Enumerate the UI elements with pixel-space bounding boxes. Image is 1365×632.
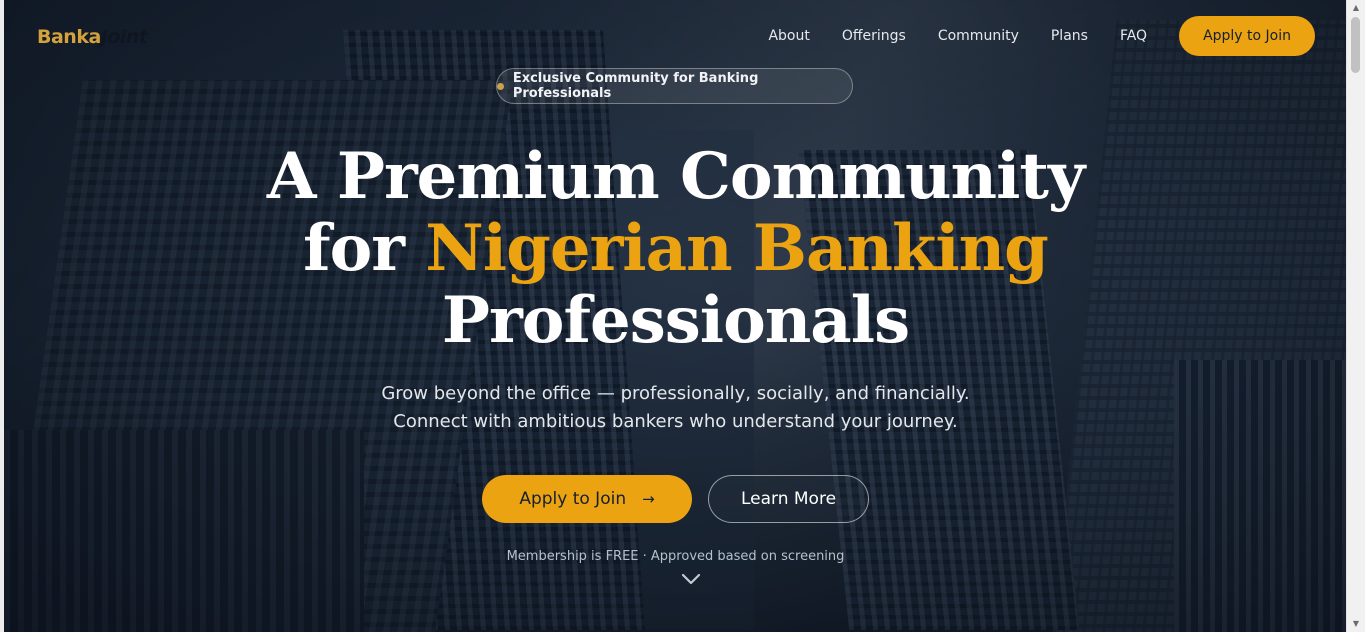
nav-apply-button[interactable]: Apply to Join [1179, 16, 1315, 56]
hero-headline: A Premium Community for Nigerian Banking… [4, 141, 1347, 357]
vertical-scrollbar[interactable]: ▲ ▼ [1346, 0, 1365, 632]
hero-subtitle: Grow beyond the office — professionally,… [4, 380, 1347, 436]
subtitle-line-1: Grow beyond the office — professionally,… [381, 383, 970, 404]
membership-note: Membership is FREE · Approved based on s… [506, 549, 845, 564]
nav-link-faq[interactable]: FAQ [1120, 28, 1147, 44]
nav-link-about[interactable]: About [768, 28, 809, 44]
chevron-down-icon[interactable] [681, 572, 701, 586]
nav-link-plans[interactable]: Plans [1051, 28, 1088, 44]
headline-highlight: Nigerian Banking [425, 211, 1049, 286]
scroll-down-arrow-icon[interactable]: ▼ [1347, 616, 1365, 632]
scroll-up-arrow-icon[interactable]: ▲ [1347, 0, 1365, 16]
subtitle-line-2: Connect with ambitious bankers who under… [393, 411, 958, 432]
apply-to-join-button[interactable]: Apply to Join → [482, 475, 692, 523]
community-badge: Exclusive Community for Banking Professi… [496, 68, 853, 104]
nav-link-offerings[interactable]: Offerings [842, 28, 906, 44]
headline-line-3: Professionals [441, 283, 910, 358]
scrollbar-thumb[interactable] [1351, 17, 1360, 73]
headline-line-1: A Premium Community [266, 139, 1085, 214]
headline-line-2: for Nigerian Banking [4, 213, 1347, 285]
arrow-right-icon: → [642, 490, 655, 508]
learn-more-label: Learn More [740, 489, 837, 509]
hero-section: BankaJoint About Offerings Community Pla… [4, 0, 1347, 632]
nav-link-community[interactable]: Community [938, 28, 1019, 44]
headline-for: for [303, 211, 426, 286]
brand-logo-part2: Joint [100, 26, 148, 48]
learn-more-button[interactable]: Learn More [708, 475, 869, 523]
badge-text: Exclusive Community for Banking Professi… [512, 71, 759, 101]
apply-button-label: Apply to Join [519, 489, 627, 509]
badge-dot-icon [497, 82, 504, 90]
top-nav: About Offerings Community Plans FAQ Appl… [736, 16, 1315, 56]
brand-logo-part1: Banka [37, 26, 101, 48]
brand-logo[interactable]: BankaJoint [37, 26, 148, 48]
